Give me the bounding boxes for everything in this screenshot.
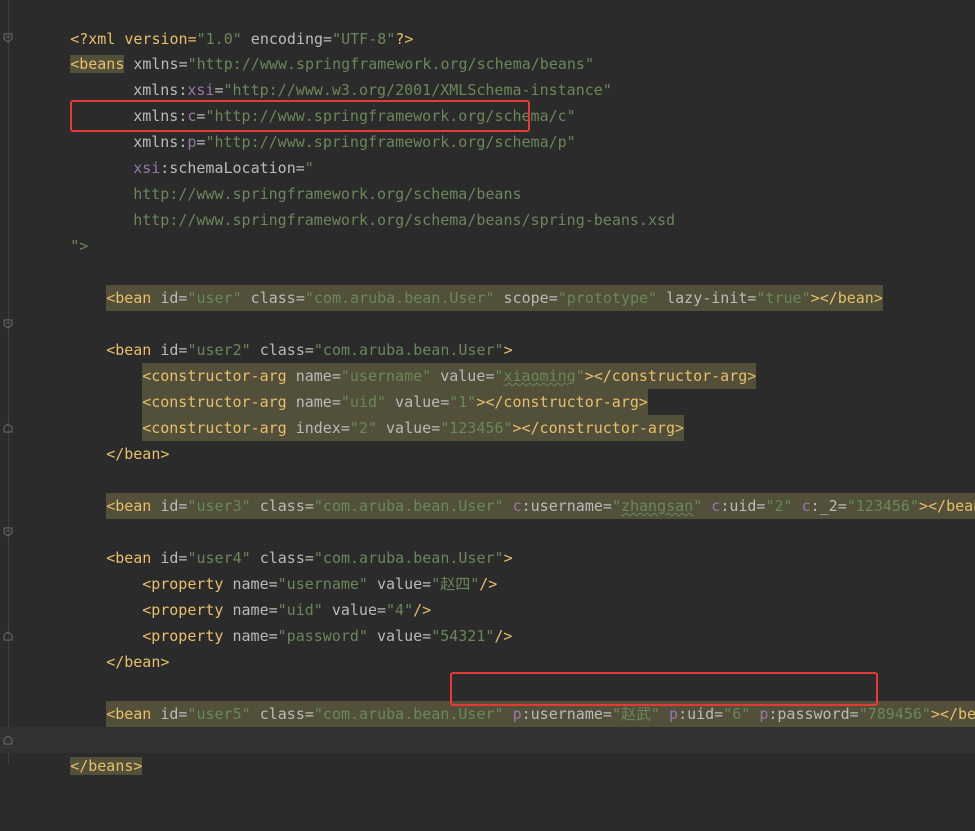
code-line[interactable]: ">: [0, 207, 975, 255]
attr-value: "6": [723, 705, 751, 723]
code-line[interactable]: <constructor-arg name="username" value="…: [0, 337, 975, 389]
code-line[interactable]: xmlns:p="http://www.springframework.org/…: [0, 103, 975, 151]
code-line[interactable]: </bean>: [0, 415, 975, 463]
attr-name: :username=: [521, 705, 612, 723]
code-line[interactable]: </bean>: [0, 623, 975, 671]
attr-name: :password=: [768, 705, 859, 723]
attr-name: class=: [250, 705, 314, 723]
fold-icon[interactable]: [3, 33, 13, 43]
code-line[interactable]: <bean id="user4" class="com.aruba.bean.U…: [0, 519, 975, 567]
code-line[interactable]: <?xml version="1.0" encoding="UTF-8"?>: [0, 0, 975, 48]
attr-name: scope=: [494, 289, 558, 307]
fold-icon[interactable]: [3, 319, 13, 329]
fold-end-icon[interactable]: [3, 631, 13, 641]
namespace-prefix: c: [702, 497, 721, 515]
bean-user-element: <bean id="user" class="com.aruba.bean.Us…: [106, 285, 883, 311]
tag-close: ></bean>: [930, 705, 975, 723]
attr-value: "user5": [187, 705, 251, 723]
fold-icon[interactable]: [3, 527, 13, 537]
attr-value: "赵武": [611, 705, 660, 723]
bean-user3-element: <bean id="user3" class="com.aruba.bean.U…: [106, 493, 975, 519]
attr-value: "com.aruba.bean.User": [313, 705, 504, 723]
namespace-prefix: p: [660, 705, 679, 723]
namespace-prefix: p: [512, 705, 522, 723]
attr-value: "user": [187, 289, 242, 307]
fold-end-icon[interactable]: [3, 735, 13, 745]
attr-value: "prototype": [557, 289, 658, 307]
tag-name: <bean: [106, 497, 152, 515]
code-line[interactable]: xmlns:xsi="http://www.w3.org/2001/XMLSch…: [0, 51, 975, 99]
code-line[interactable]: <bean id="user" class="com.aruba.bean.Us…: [0, 259, 975, 311]
code-line[interactable]: <property name="uid" value="4"/>: [0, 571, 975, 619]
attr-name: class=: [250, 497, 314, 515]
attr-value: "com.aruba.bean.User": [304, 289, 495, 307]
code-line[interactable]: <bean id="user5" class="com.aruba.bean.U…: [0, 675, 975, 727]
attr-value: "user3": [187, 497, 251, 515]
attr-value: "2": [765, 497, 793, 515]
code-line[interactable]: xmlns:c="http://www.springframework.org/…: [0, 77, 975, 125]
namespace-prefix: c: [792, 497, 811, 515]
code-line[interactable]: <constructor-arg index="2" value="123456…: [0, 389, 975, 441]
tag-close: </bean>: [106, 445, 170, 463]
tag-close: ></bean>: [810, 289, 883, 307]
code-editor[interactable]: <?xml version="1.0" encoding="UTF-8"?> <…: [0, 0, 975, 775]
attr-value: ": [693, 497, 703, 515]
tag-close: </bean>: [106, 653, 170, 671]
beans-close-tag: </beans>: [70, 757, 143, 775]
code-line-current[interactable]: </beans>: [0, 727, 975, 775]
tag-close: ></bean>: [919, 497, 975, 515]
bean-user5-element: <bean id="user5" class="com.aruba.bean.U…: [106, 701, 975, 727]
attr-name: :username=: [521, 497, 612, 515]
attr-value-end: ">: [70, 237, 89, 255]
attr-value: "com.aruba.bean.User": [313, 497, 504, 515]
attr-name: :uid=: [720, 497, 766, 515]
attr-name: id=: [151, 497, 188, 515]
attr-value: "789456": [858, 705, 931, 723]
code-line[interactable]: <bean id="user2" class="com.aruba.bean.U…: [0, 311, 975, 359]
attr-value-typo: zhangsan: [620, 497, 694, 515]
code-line[interactable]: <property name="password" value="54321"/…: [0, 597, 975, 645]
attr-name: id=: [151, 289, 188, 307]
code-line[interactable]: <property name="username" value="赵四"/>: [0, 545, 975, 593]
attr-name: lazy-init=: [657, 289, 757, 307]
attr-name: :_2=: [810, 497, 847, 515]
namespace-prefix: c: [503, 497, 522, 515]
tag-name: <bean: [106, 705, 152, 723]
attr-name: id=: [151, 705, 188, 723]
fold-end-icon[interactable]: [3, 423, 13, 433]
code-line[interactable]: http://www.springframework.org/schema/be…: [0, 181, 975, 229]
attr-value: "true": [756, 289, 811, 307]
attr-name: [504, 705, 513, 723]
attr-value: "123456": [846, 497, 919, 515]
attr-value: ": [611, 497, 621, 515]
attr-name: class=: [241, 289, 305, 307]
namespace-prefix: p: [750, 705, 769, 723]
code-line[interactable]: <bean id="user3" class="com.aruba.bean.U…: [0, 467, 975, 519]
code-line[interactable]: xsi:schemaLocation=": [0, 129, 975, 177]
code-line[interactable]: <beans xmlns="http://www.springframework…: [0, 25, 975, 73]
attr-name: :uid=: [678, 705, 724, 723]
code-line[interactable]: http://www.springframework.org/schema/be…: [0, 155, 975, 203]
code-line[interactable]: <constructor-arg name="uid" value="1"></…: [0, 363, 975, 415]
tag-name: <bean: [106, 289, 152, 307]
